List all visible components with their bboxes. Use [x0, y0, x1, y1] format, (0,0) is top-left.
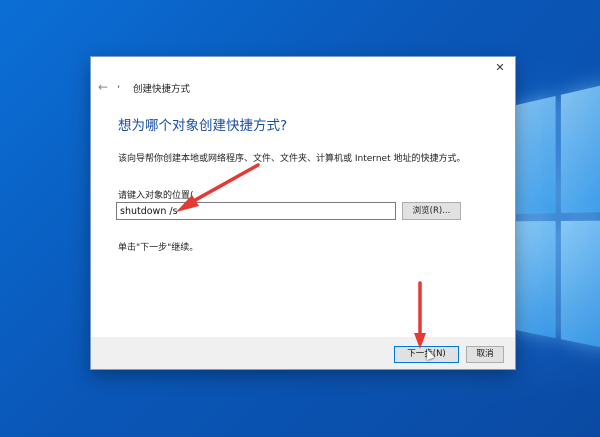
browse-button[interactable]: 浏览(R)... [402, 202, 461, 220]
cancel-button[interactable]: 取消 [466, 346, 504, 363]
shortcut-icon: , [117, 79, 120, 90]
title-bar: ✕ ← , 创建快捷方式 [91, 57, 515, 97]
close-icon[interactable]: ✕ [493, 61, 507, 75]
dialog-title: 创建快捷方式 [133, 81, 190, 95]
location-input[interactable] [116, 202, 396, 220]
continue-hint: 单击"下一步"继续。 [118, 240, 198, 253]
windows-logo [515, 83, 600, 367]
back-arrow-icon[interactable]: ← [96, 80, 110, 94]
location-label: 请键入对象的位置( [118, 188, 194, 201]
create-shortcut-dialog: ✕ ← , 创建快捷方式 想为哪个对象创建快捷方式? 该向导帮你创建本地或网络程… [91, 57, 515, 369]
page-heading: 想为哪个对象创建快捷方式? [118, 114, 287, 134]
description-text: 该向导帮你创建本地或网络程序、文件、文件夹、计算机或 Internet 地址的快… [118, 151, 465, 164]
